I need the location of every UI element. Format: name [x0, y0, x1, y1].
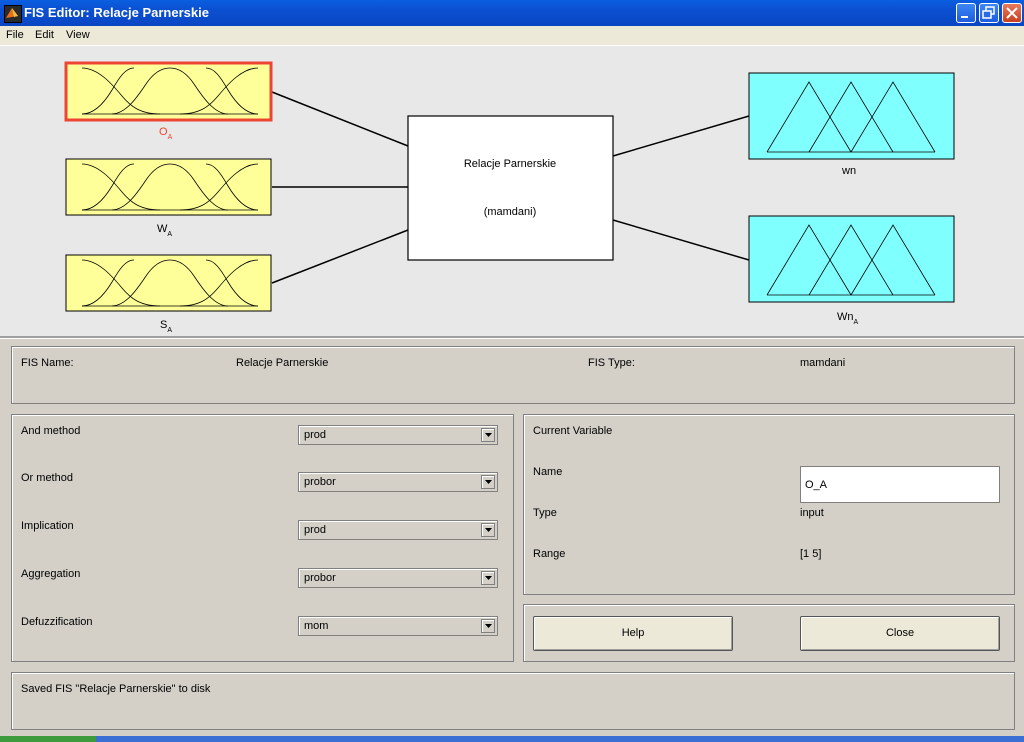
chevron-down-icon[interactable] [481, 619, 495, 633]
close-button[interactable]: Close [800, 616, 1000, 651]
connector-line [612, 219, 750, 261]
chevron-down-icon[interactable] [481, 475, 495, 489]
methods-panel: And method prod Or method probor Implica… [11, 414, 514, 662]
fis-system-box[interactable] [407, 115, 614, 261]
and-method-label: And method [21, 425, 81, 437]
variable-type-label: Type [533, 507, 557, 519]
defuzzification-value: mom [304, 620, 329, 632]
input-variable-label: SA [160, 319, 172, 334]
window-title: FIS Editor: Relacje Parnerskie [24, 5, 209, 20]
status-panel: Saved FIS "Relacje Parnerskie" to disk [11, 672, 1015, 730]
variable-name-value: O_A [805, 479, 828, 491]
variable-range-label: Range [533, 548, 566, 560]
help-button-label: Help [621, 627, 645, 639]
menu-bar: File Edit View [0, 26, 1024, 46]
system-type: (mamdani) [484, 206, 537, 218]
variable-type-value: input [800, 507, 824, 519]
current-variable-panel: Current Variable Name O_A Type input Ran… [523, 414, 1015, 595]
or-method-select[interactable]: probor [298, 472, 498, 492]
section-divider [0, 336, 1024, 339]
start-button-edge [0, 736, 96, 742]
fis-name-label: FIS Name: [21, 357, 74, 369]
menu-edit[interactable]: Edit [35, 29, 54, 41]
output-variable-box[interactable] [748, 215, 955, 303]
variable-name-label: Name [533, 466, 563, 478]
input-variable-box[interactable] [65, 158, 272, 216]
defuzzification-label: Defuzzification [21, 616, 93, 628]
restore-button[interactable] [979, 3, 999, 23]
title-bar[interactable]: FIS Editor: Relacje Parnerskie [0, 0, 1024, 26]
close-window-button[interactable] [1002, 3, 1022, 23]
implication-select[interactable]: prod [298, 520, 498, 540]
system-name: Relacje Parnerskie [464, 158, 556, 170]
fis-type-value: mamdani [800, 357, 846, 369]
implication-label: Implication [21, 520, 74, 532]
input-variable-label: WA [157, 223, 172, 238]
input-variable-label: OA [159, 126, 173, 141]
help-button[interactable]: Help [533, 616, 733, 651]
or-method-value: probor [304, 476, 336, 488]
variable-name-input[interactable]: O_A [800, 466, 1000, 503]
aggregation-label: Aggregation [21, 568, 81, 580]
and-method-select[interactable]: prod [298, 425, 498, 445]
connector-line [612, 115, 750, 157]
or-method-label: Or method [21, 472, 73, 484]
output-variable-label: WnA [837, 311, 859, 326]
connector-line [271, 91, 409, 147]
connector-line [271, 229, 409, 284]
minimize-button[interactable] [956, 3, 976, 23]
fis-type-label: FIS Type: [588, 357, 635, 369]
output-variable-label: wn [841, 165, 856, 177]
current-variable-heading: Current Variable [533, 425, 613, 437]
input-variable-box[interactable] [65, 254, 272, 312]
menu-view[interactable]: View [66, 29, 90, 41]
defuzzification-select[interactable]: mom [298, 616, 498, 636]
fis-name-value: Relacje Parnerskie [236, 357, 329, 369]
fis-info-panel: FIS Name: Relacje Parnerskie FIS Type: m… [11, 346, 1015, 404]
matlab-icon [4, 5, 22, 23]
implication-value: prod [304, 524, 327, 536]
output-variable-box[interactable] [748, 72, 955, 160]
input-variable-box[interactable] [64, 61, 273, 122]
close-button-label: Close [885, 627, 915, 639]
aggregation-select[interactable]: probor [298, 568, 498, 588]
chevron-down-icon[interactable] [481, 428, 495, 442]
variable-range-value: [1 5] [800, 548, 822, 560]
and-method-value: prod [304, 429, 327, 441]
aggregation-value: probor [304, 572, 336, 584]
fis-diagram: OA WA SA Relacje Parnerskie (mamdani) wn [0, 46, 1024, 336]
chevron-down-icon[interactable] [481, 523, 495, 537]
chevron-down-icon[interactable] [481, 571, 495, 585]
status-message: Saved FIS "Relacje Parnerskie" to disk [21, 683, 211, 695]
menu-file[interactable]: File [6, 29, 24, 41]
taskbar-strip [0, 736, 1024, 742]
buttons-panel: Help Close [523, 604, 1015, 662]
